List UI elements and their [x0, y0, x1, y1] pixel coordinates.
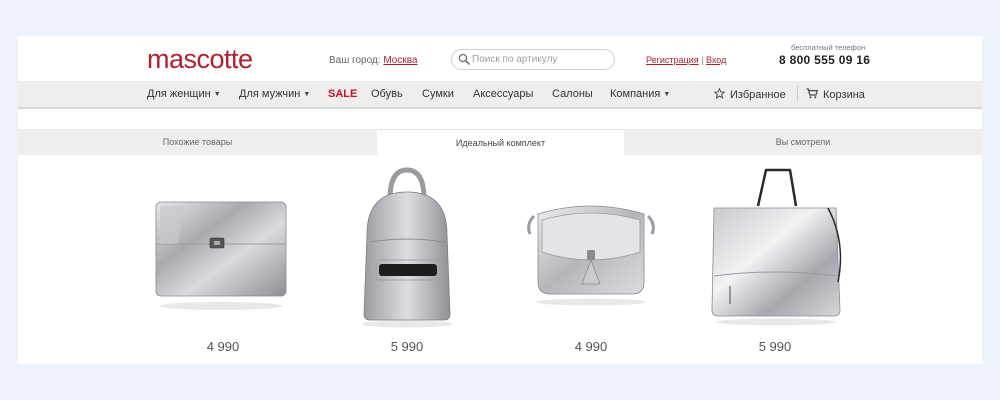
nav-item-accessories[interactable]: Аксессуары — [473, 88, 533, 100]
nav-item-salons[interactable]: Салоны — [552, 88, 593, 100]
backpack-image[interactable] — [332, 164, 482, 334]
product-price: 5 990 — [390, 339, 424, 354]
nav-item-label: Для мужчин — [239, 88, 301, 100]
nav-item-sale[interactable]: SALE — [328, 88, 357, 100]
search-input[interactable] — [472, 51, 607, 67]
auth-links: Регистрация | Вход — [646, 55, 726, 65]
nav-item-company[interactable]: Компания ▼ — [610, 88, 670, 100]
nav-item-label: Аксессуары — [473, 88, 534, 100]
city-link[interactable]: Москва — [383, 55, 417, 66]
nav-item-label: Сумки — [422, 88, 454, 100]
nav-item-women[interactable]: Для женщин ▼ — [147, 88, 221, 100]
product-card[interactable]: 4 990 — [516, 164, 666, 360]
product-price: 4 990 — [574, 339, 608, 354]
favorites-link[interactable]: Избранное — [714, 88, 786, 101]
nav-item-label: Компания — [610, 88, 661, 100]
login-link[interactable]: Вход — [706, 55, 726, 65]
nav-item-bags[interactable]: Сумки — [422, 88, 454, 100]
clutch-bag-image[interactable] — [148, 164, 298, 334]
nav-divider — [797, 86, 798, 102]
tab-bar: Похожие товары Идеальный комплект Вы смо… — [18, 129, 982, 156]
tote-bag-image[interactable] — [700, 164, 850, 334]
search-icon[interactable] — [458, 53, 470, 65]
nav-item-men[interactable]: Для мужчин ▼ — [239, 88, 310, 100]
cart-label: Корзина — [823, 89, 865, 101]
city-selector: Ваш город: Москва — [329, 55, 417, 66]
chevron-down-icon: ▼ — [213, 91, 221, 98]
tab-similar-items[interactable]: Похожие товары — [18, 129, 377, 155]
register-link[interactable]: Регистрация — [646, 55, 699, 65]
star-icon — [714, 88, 725, 99]
city-label: Ваш город: — [329, 55, 381, 66]
tab-perfect-set[interactable]: Идеальный комплект — [377, 129, 624, 156]
page: mascotte Ваш город: Москва Регистрация |… — [18, 36, 982, 364]
saddle-bag-image[interactable] — [516, 164, 666, 334]
cart-icon — [806, 88, 818, 99]
nav-item-label: Обувь — [371, 88, 403, 100]
chevron-down-icon: ▼ — [303, 91, 311, 98]
logo[interactable]: mascotte — [147, 44, 253, 75]
nav-item-label: Для женщин — [147, 88, 211, 100]
chevron-down-icon: ▼ — [663, 91, 671, 98]
phone-label: бесплатный телефон — [791, 43, 866, 52]
product-card[interactable]: 5 990 — [700, 164, 850, 360]
auth-separator: | — [701, 55, 704, 65]
product-price: 4 990 — [206, 339, 240, 354]
search-box[interactable] — [451, 49, 615, 70]
tab-viewed[interactable]: Вы смотрели — [624, 129, 982, 155]
main-nav: Для женщин ▼ Для мужчин ▼ SALE Обувь Сумки… — [18, 81, 982, 109]
product-card[interactable]: 5 990 — [332, 164, 482, 360]
nav-item-shoes[interactable]: Обувь — [371, 88, 403, 100]
nav-item-label: SALE — [328, 88, 358, 100]
product-price: 5 990 — [758, 339, 792, 354]
product-card[interactable]: 4 990 — [148, 164, 298, 360]
favorites-label: Избранное — [730, 89, 786, 101]
nav-item-label: Салоны — [552, 88, 593, 100]
phone-number[interactable]: 8 800 555 09 16 — [779, 53, 870, 67]
cart-link[interactable]: Корзина — [806, 88, 865, 101]
